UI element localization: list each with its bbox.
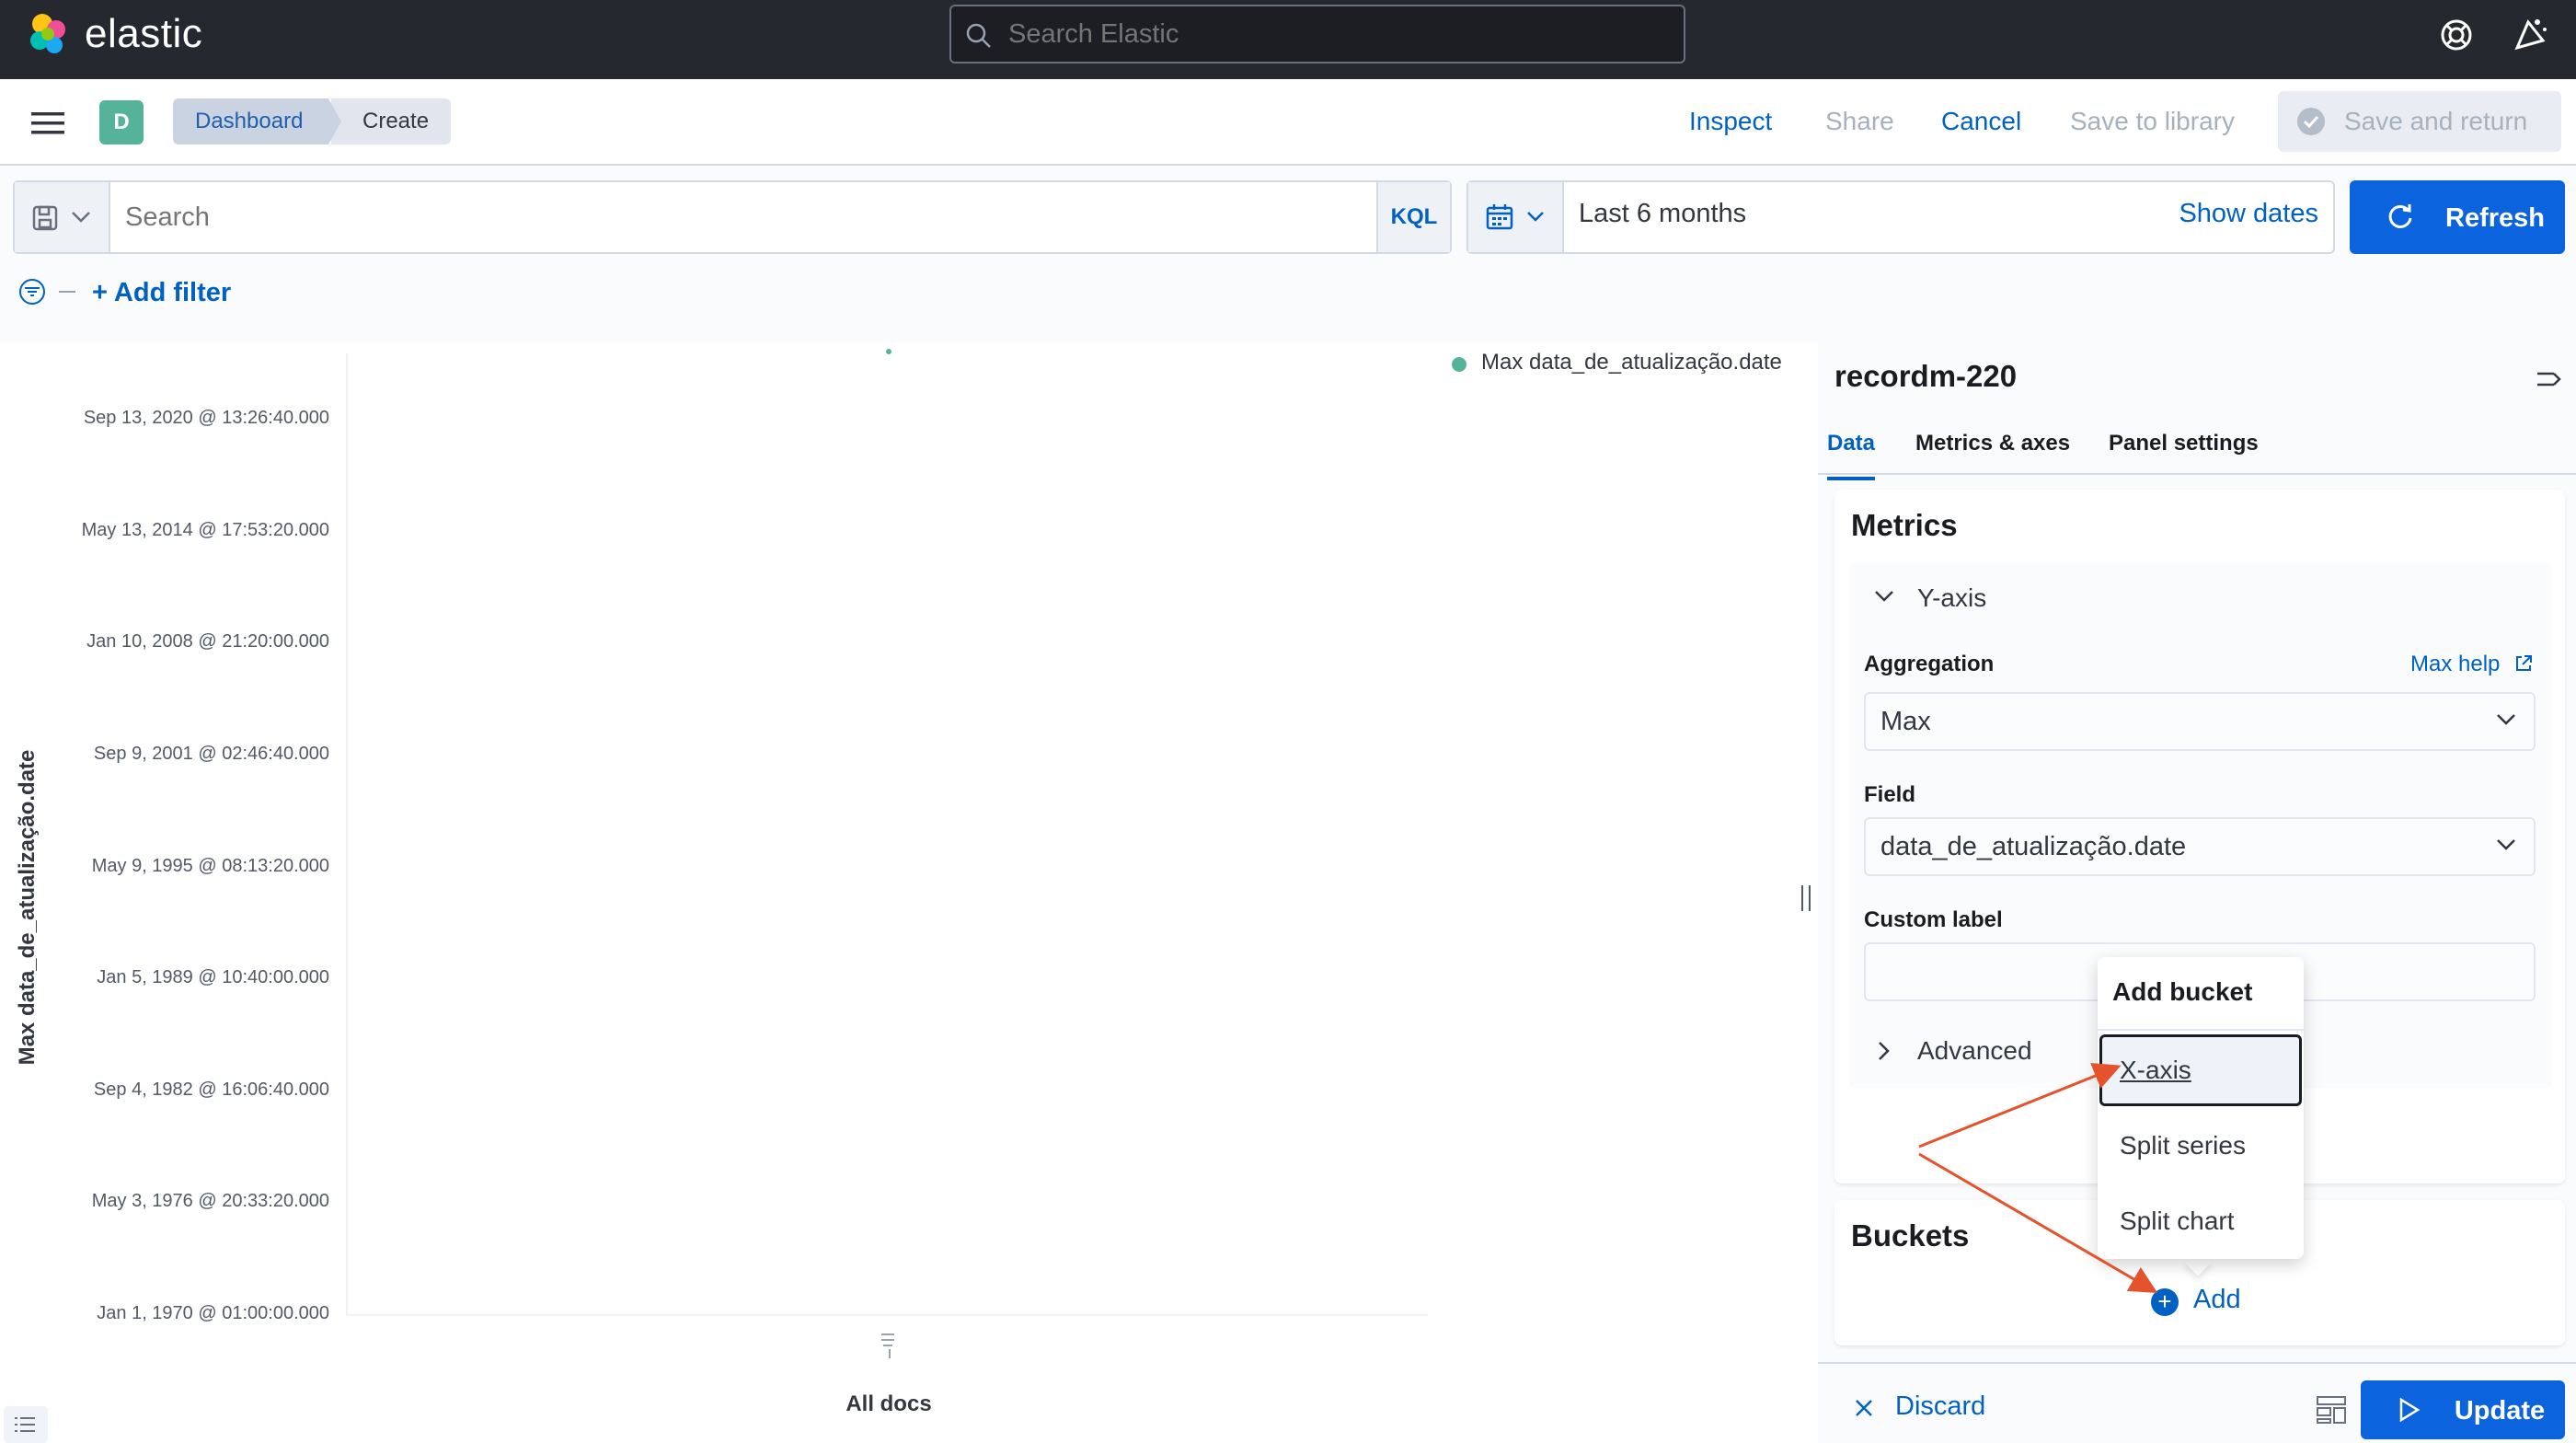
refresh-button[interactable]: Refresh bbox=[2350, 180, 2565, 254]
legend-color-dot[interactable] bbox=[1452, 357, 1466, 372]
aggregation-value: Max bbox=[1880, 707, 1931, 736]
popover-item-split-chart[interactable]: Split chart bbox=[2099, 1185, 2302, 1257]
elastic-logo-icon[interactable] bbox=[24, 9, 74, 59]
x-category-label: All docs bbox=[845, 1391, 932, 1416]
filter-divider bbox=[59, 291, 75, 293]
y-axis-title: Max data_de_atualização.date bbox=[15, 749, 40, 1066]
max-help-link[interactable]: Max help bbox=[2410, 652, 2534, 677]
field-value: data_de_atualização.date bbox=[1880, 832, 2187, 861]
chevron-down-icon bbox=[1527, 212, 1544, 222]
share-link[interactable]: Share bbox=[1825, 103, 1894, 140]
filter-icon[interactable] bbox=[17, 278, 48, 306]
max-help-label: Max help bbox=[2410, 652, 2501, 676]
popover-title: Add bucket bbox=[2112, 977, 2253, 1006]
y-tick-label: May 13, 2014 @ 17:53:20.000 bbox=[81, 519, 329, 540]
popover-divider bbox=[2098, 1029, 2304, 1031]
y-tick-label: Sep 13, 2020 @ 13:26:40.000 bbox=[83, 408, 329, 429]
chevron-right-icon[interactable] bbox=[1877, 1040, 1892, 1062]
menu-icon[interactable] bbox=[31, 110, 64, 136]
y-tick-label: Sep 9, 2001 @ 02:46:40.000 bbox=[93, 744, 329, 764]
play-icon bbox=[2399, 1397, 2421, 1423]
metrics-heading: Metrics bbox=[1851, 508, 1958, 542]
panel-resize-handle[interactable] bbox=[1801, 885, 1811, 911]
x-axis-line bbox=[346, 1314, 1428, 1316]
show-dates-link[interactable]: Show dates bbox=[2179, 199, 2318, 229]
global-search-input[interactable] bbox=[1006, 14, 1669, 54]
close-icon bbox=[1856, 1400, 1872, 1416]
add-filter-button[interactable]: + Add filter bbox=[92, 278, 231, 308]
save-and-return-button[interactable]: Save and return bbox=[2278, 91, 2561, 152]
time-range-label[interactable]: Last 6 months bbox=[1579, 199, 1746, 229]
auto-apply-icon[interactable] bbox=[2315, 1393, 2348, 1426]
search-icon bbox=[966, 23, 991, 48]
update-button[interactable]: Update bbox=[2361, 1380, 2565, 1439]
save-and-return-label: Save and return bbox=[2344, 107, 2528, 135]
save-icon bbox=[32, 205, 58, 231]
y-tick-label: May 9, 1995 @ 08:13:20.000 bbox=[91, 855, 329, 876]
add-bucket-button[interactable]: + Add bbox=[2151, 1285, 2241, 1316]
saved-query-button[interactable] bbox=[15, 182, 110, 252]
tabs-divider bbox=[1818, 473, 2576, 475]
list-icon bbox=[15, 1417, 35, 1432]
breadcrumb-dashboard[interactable]: Dashboard bbox=[173, 98, 342, 144]
help-icon[interactable] bbox=[2438, 17, 2475, 53]
logo-text: elastic bbox=[85, 11, 203, 56]
refresh-icon bbox=[2388, 204, 2412, 228]
space-avatar[interactable]: D bbox=[99, 100, 144, 144]
chevron-down-icon[interactable] bbox=[1873, 589, 1895, 604]
query-language-button[interactable]: KQL bbox=[1376, 182, 1450, 252]
cancel-link[interactable]: Cancel bbox=[1941, 103, 2021, 140]
chevron-down-icon bbox=[72, 212, 90, 223]
field-select[interactable]: data_de_atualização.date bbox=[1864, 817, 2536, 876]
legend-toggle-button[interactable] bbox=[4, 1406, 48, 1443]
update-label: Update bbox=[2454, 1396, 2546, 1426]
global-search[interactable] bbox=[949, 5, 1685, 63]
field-label: Field bbox=[1864, 782, 1916, 807]
query-input[interactable] bbox=[123, 195, 1264, 239]
footer-divider bbox=[1818, 1362, 2576, 1364]
discard-button[interactable]: Discard bbox=[1849, 1391, 1985, 1422]
legend-item[interactable]: Max data_de_atualização.date bbox=[1481, 350, 1782, 375]
chart-panel bbox=[0, 342, 1818, 1443]
advanced-toggle[interactable]: Advanced bbox=[1917, 1036, 2032, 1066]
save-to-library-link[interactable]: Save to library bbox=[2070, 103, 2235, 140]
popover-item-split-series[interactable]: Split series bbox=[2099, 1110, 2302, 1182]
date-picker: Last 6 months Show dates bbox=[1466, 180, 2335, 254]
query-bar: KQL bbox=[13, 180, 1452, 254]
tab-metrics-axes[interactable]: Metrics & axes bbox=[1915, 431, 2070, 477]
y-tick-label: Jan 1, 1970 @ 01:00:00.000 bbox=[97, 1303, 329, 1323]
y-tick-label: Sep 4, 1982 @ 16:06:40.000 bbox=[93, 1079, 329, 1100]
inspect-link[interactable]: Inspect bbox=[1689, 103, 1772, 140]
y-tick-label: Jan 5, 1989 @ 10:40:00.000 bbox=[97, 967, 329, 988]
external-link-icon bbox=[2516, 655, 2533, 671]
quick-menu-button[interactable] bbox=[1468, 182, 1564, 252]
buckets-heading: Buckets bbox=[1851, 1218, 1970, 1253]
aggregation-select[interactable]: Max bbox=[1864, 692, 2536, 751]
plus-circle-icon: + bbox=[2151, 1288, 2179, 1316]
discard-label: Discard bbox=[1895, 1391, 1986, 1421]
calendar-icon bbox=[1486, 204, 1513, 230]
popover-item-x-axis[interactable]: X-axis bbox=[2099, 1034, 2302, 1106]
breadcrumb-create: Create bbox=[331, 98, 452, 144]
y-tick-label: Jan 10, 2008 @ 21:20:00.000 bbox=[86, 631, 329, 652]
chart-point[interactable] bbox=[886, 349, 891, 354]
newsfeed-icon[interactable] bbox=[2510, 13, 2550, 53]
tab-panel-settings[interactable]: Panel settings bbox=[2109, 431, 2259, 477]
chevron-down-icon bbox=[2497, 714, 2515, 725]
check-circle-icon bbox=[2297, 108, 2325, 135]
y-axis-toggle[interactable]: Y-axis bbox=[1917, 583, 1986, 613]
refresh-label: Refresh bbox=[2445, 203, 2545, 233]
collapse-sidebar-icon[interactable] bbox=[2534, 364, 2563, 394]
index-pattern-title: recordm-220 bbox=[1834, 359, 2018, 393]
custom-label-label: Custom label bbox=[1864, 907, 2003, 932]
y-axis-line bbox=[346, 353, 348, 1316]
chevron-down-icon bbox=[2497, 839, 2515, 850]
aggregation-label: Aggregation bbox=[1864, 652, 1995, 676]
x-tick-mark-icon bbox=[881, 1333, 894, 1358]
y-tick-label: May 3, 1976 @ 20:33:20.000 bbox=[91, 1191, 329, 1212]
